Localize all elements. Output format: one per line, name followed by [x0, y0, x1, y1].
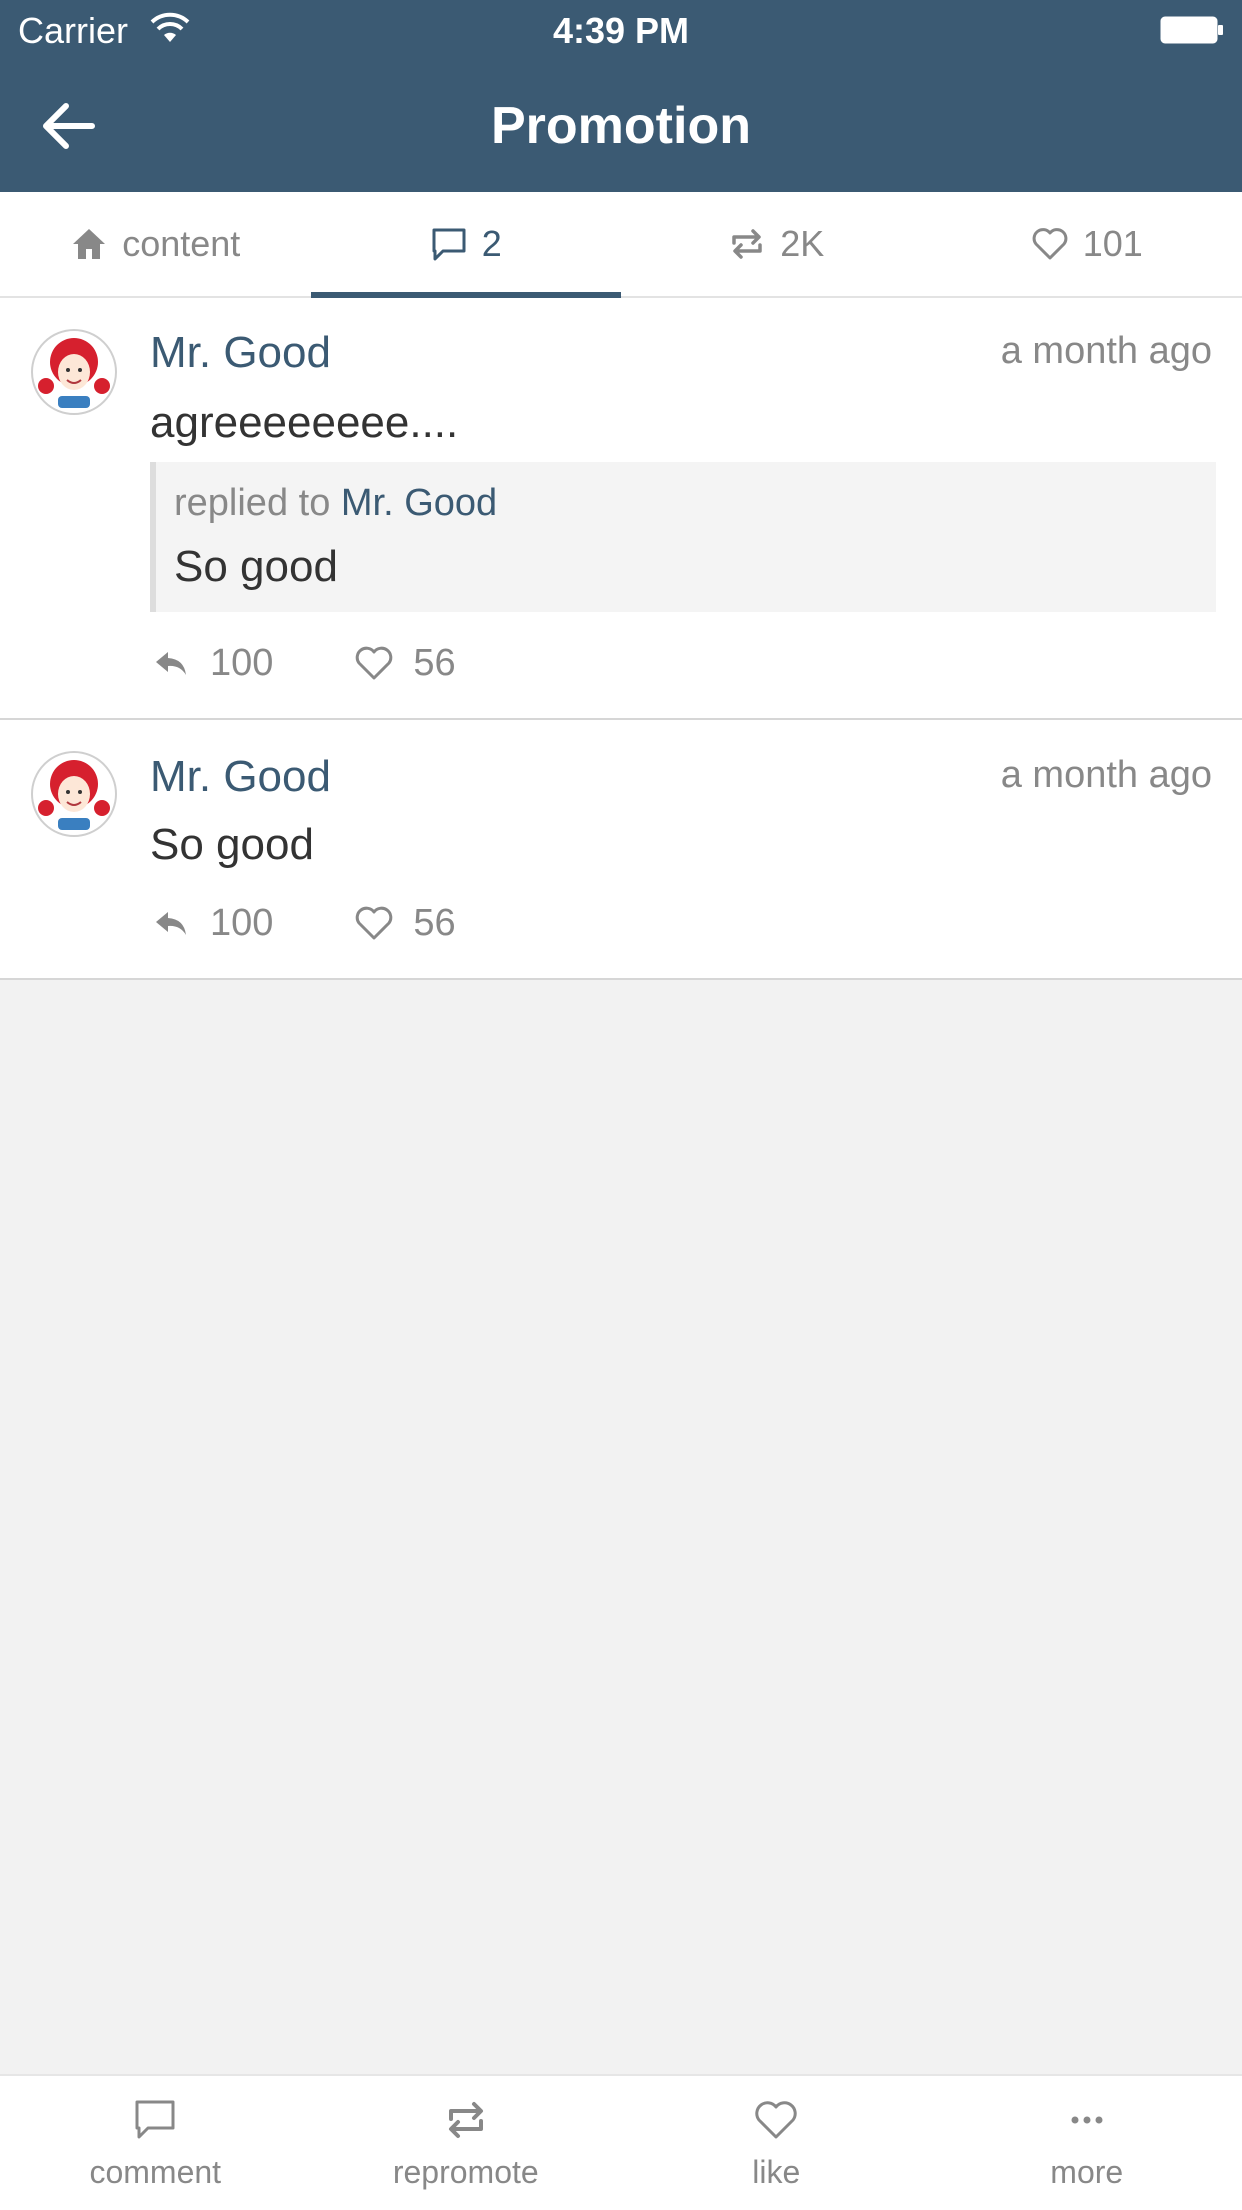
comment-actions: 100 56: [150, 898, 536, 948]
tab-bar: content 2 2K 101: [0, 192, 1242, 298]
user-avatar[interactable]: [30, 328, 118, 416]
like-bottom-button[interactable]: like: [621, 2076, 932, 2210]
like-button[interactable]: 56: [353, 902, 455, 945]
battery-icon: [1160, 16, 1224, 44]
comment-author[interactable]: Mr. Good: [150, 752, 331, 802]
reply-to-name[interactable]: Mr. Good: [341, 482, 497, 524]
reply-count: 100: [210, 902, 273, 945]
like-count: 56: [413, 642, 455, 685]
like-button-label: like: [752, 2154, 800, 2191]
tab-comments[interactable]: 2: [311, 192, 622, 296]
reply-count: 100: [210, 642, 273, 685]
reply-icon: [150, 902, 192, 944]
comment-icon: [430, 225, 468, 263]
user-avatar[interactable]: [30, 750, 118, 838]
comment-button-label: comment: [89, 2154, 221, 2191]
tab-content[interactable]: content: [0, 192, 311, 296]
reply-header: replied to Mr. Good: [174, 482, 497, 525]
comment-time: a month ago: [1001, 330, 1212, 373]
comment-author[interactable]: Mr. Good: [150, 328, 331, 378]
tab-likes-label: 101: [1083, 223, 1143, 265]
heart-icon: [752, 2096, 800, 2144]
reply-button[interactable]: 100: [150, 642, 273, 685]
repost-icon: [442, 2096, 490, 2144]
comment-time: a month ago: [1001, 754, 1212, 797]
more-button-label: more: [1050, 2154, 1123, 2191]
repost-icon: [728, 225, 766, 263]
page-title: Promotion: [0, 96, 1242, 156]
heart-icon: [353, 902, 395, 944]
tab-comments-label: 2: [482, 223, 502, 265]
navigation-bar: Promotion: [0, 60, 1242, 192]
home-icon: [70, 225, 108, 263]
repromote-button-label: repromote: [393, 2154, 539, 2191]
tab-repromotes[interactable]: 2K: [621, 192, 932, 296]
comment-text: So good: [150, 820, 314, 870]
more-dots-icon: [1063, 2096, 1111, 2144]
more-button[interactable]: more: [932, 2076, 1242, 2210]
reply-quote: replied to Mr. Good So good: [150, 462, 1216, 612]
status-time: 4:39 PM: [0, 10, 1242, 52]
reply-prefix: replied to: [174, 482, 341, 524]
comment-button[interactable]: comment: [0, 2076, 311, 2210]
tab-likes[interactable]: 101: [932, 192, 1242, 296]
reply-button[interactable]: 100: [150, 902, 273, 945]
comment-actions: 100 56: [150, 638, 536, 688]
repromote-button[interactable]: repromote: [311, 2076, 622, 2210]
like-button[interactable]: 56: [353, 642, 455, 685]
tab-repromotes-label: 2K: [780, 223, 824, 265]
like-count: 56: [413, 902, 455, 945]
comment-item[interactable]: Mr. Good a month ago So good 100 56: [0, 720, 1242, 980]
heart-icon: [353, 642, 395, 684]
reply-text: So good: [174, 542, 338, 592]
heart-icon: [1031, 225, 1069, 263]
status-bar: Carrier 4:39 PM: [0, 0, 1242, 60]
comment-item[interactable]: Mr. Good a month ago agreeeeeeee.... rep…: [0, 298, 1242, 720]
app-header: Carrier 4:39 PM Promotion: [0, 0, 1242, 192]
reply-icon: [150, 642, 192, 684]
comment-icon: [131, 2096, 179, 2144]
bottom-action-bar: comment repromote like more: [0, 2074, 1242, 2210]
comment-text: agreeeeeeee....: [150, 398, 458, 448]
tab-content-label: content: [122, 223, 240, 265]
